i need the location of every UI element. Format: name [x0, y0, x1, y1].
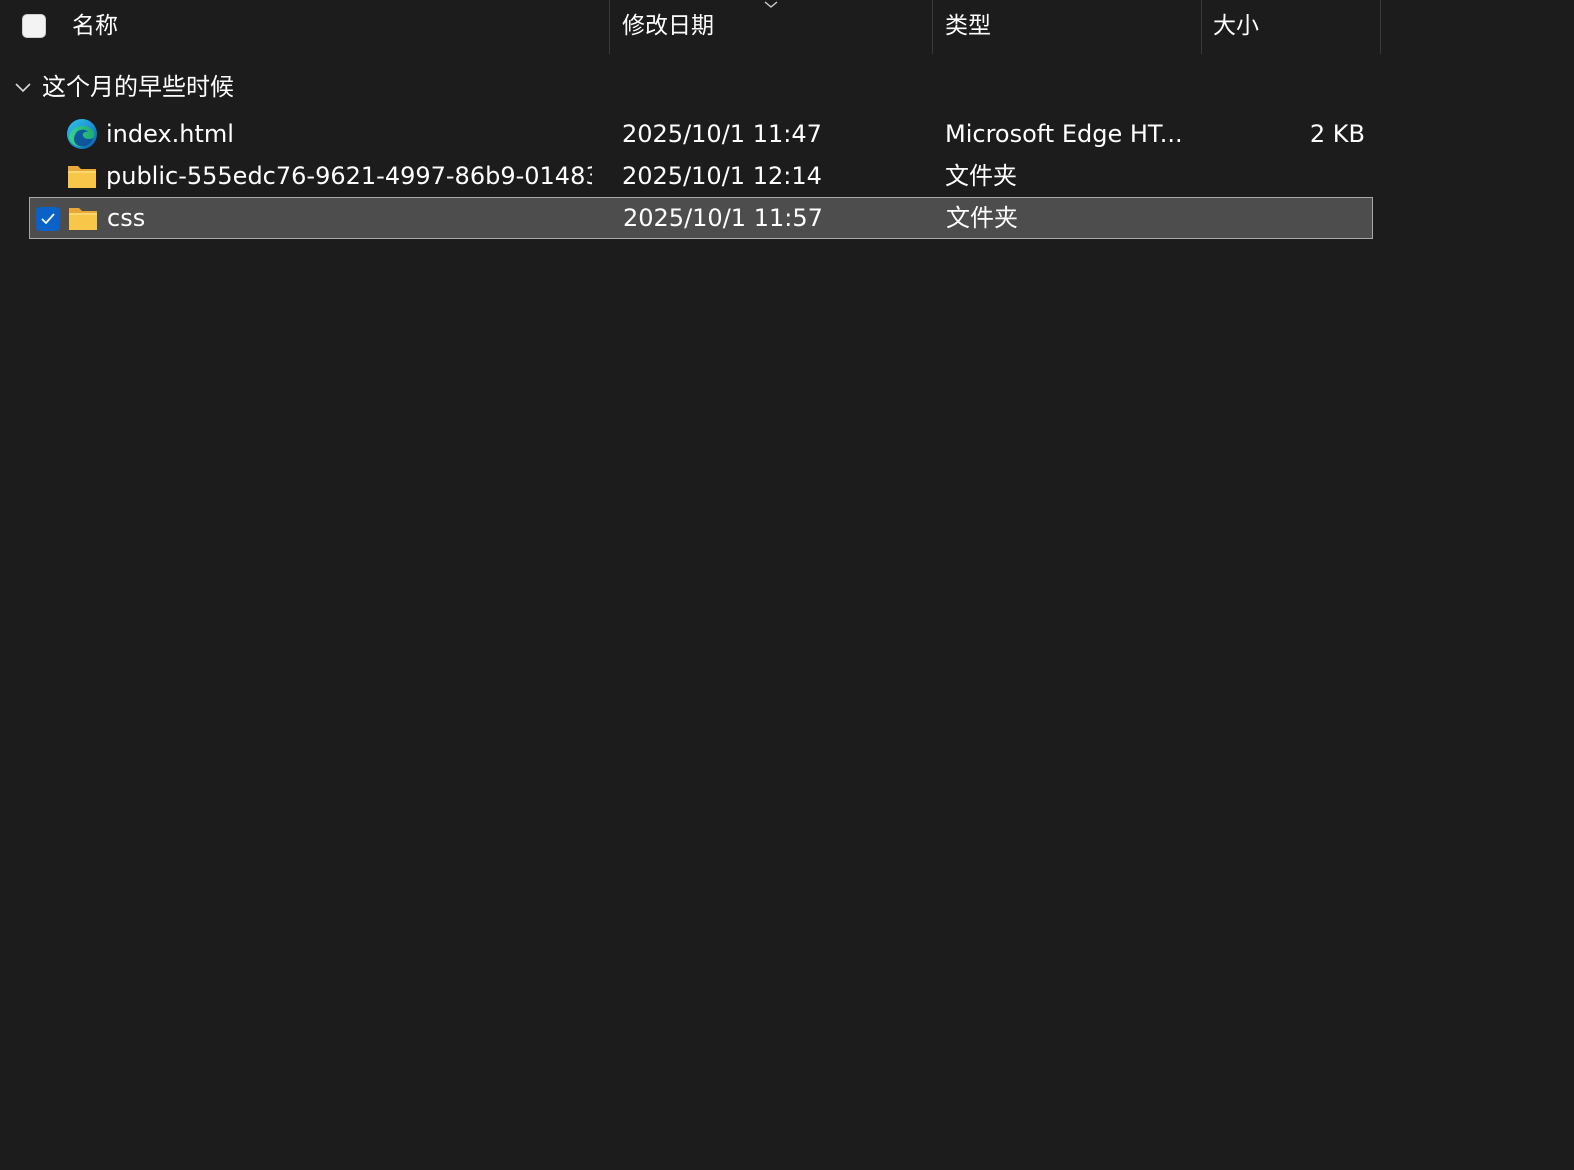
column-type-label: 类型 — [945, 13, 991, 39]
row-checkbox-checked[interactable] — [36, 207, 60, 231]
folder-icon — [69, 208, 97, 230]
empty-list-area[interactable] — [0, 250, 1574, 1170]
file-size: 2 KB — [1309, 120, 1365, 148]
column-name-label: 名称 — [72, 13, 118, 39]
file-name: public-555edc76-9621-4997-86b9-01483... — [106, 162, 592, 190]
column-name[interactable]: 名称 — [0, 0, 609, 54]
file-name: css — [107, 204, 146, 232]
file-type: 文件夹 — [945, 162, 1017, 190]
file-date-modified: 2025/10/1 11:57 — [623, 204, 823, 232]
checkmark-icon — [41, 213, 55, 225]
edge-icon — [67, 119, 97, 149]
file-row-selected[interactable]: css 2025/10/1 11:57 文件夹 — [29, 197, 1373, 239]
file-explorer-details-view: 名称 修改日期 类型 大小 这个月的早些时候 index.html 2025/1… — [0, 0, 1574, 1170]
column-resize-handle[interactable] — [1380, 0, 1381, 54]
chevron-down-icon[interactable] — [14, 80, 32, 94]
file-name: index.html — [106, 120, 234, 148]
chevron-down-icon — [764, 1, 778, 8]
column-date-modified[interactable]: 修改日期 — [610, 0, 932, 54]
file-date-modified: 2025/10/1 11:47 — [622, 120, 822, 148]
column-size[interactable]: 大小 — [1202, 0, 1380, 54]
column-date-label: 修改日期 — [622, 13, 714, 39]
file-row[interactable]: index.html 2025/10/1 11:47 Microsoft Edg… — [29, 113, 1373, 155]
file-row[interactable]: public-555edc76-9621-4997-86b9-01483... … — [29, 155, 1373, 197]
column-header: 名称 修改日期 类型 大小 — [0, 0, 1384, 54]
group-header[interactable]: 这个月的早些时候 — [0, 68, 600, 108]
file-date-modified: 2025/10/1 12:14 — [622, 162, 822, 190]
folder-icon — [68, 166, 96, 188]
column-type[interactable]: 类型 — [933, 0, 1201, 54]
column-size-label: 大小 — [1213, 13, 1259, 39]
file-type: 文件夹 — [946, 204, 1018, 232]
group-title: 这个月的早些时候 — [42, 73, 234, 101]
file-type: Microsoft Edge HT... — [945, 120, 1183, 148]
